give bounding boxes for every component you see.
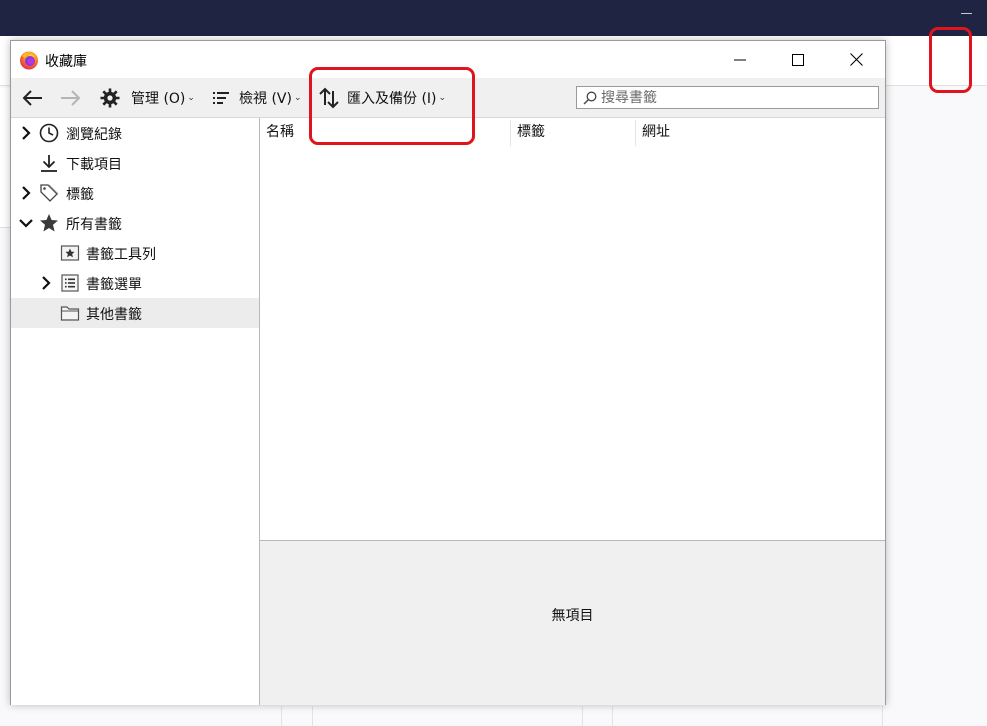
window-title: 收藏庫: [45, 54, 87, 70]
organize-label: 管理 (O): [131, 91, 186, 107]
import-backup-label: 匯入及備份 (I): [347, 91, 437, 107]
search-box[interactable]: [576, 86, 879, 109]
sidebar-item-label: 其他書籤: [86, 307, 142, 323]
firefox-logo: [20, 51, 38, 70]
chevron-down-icon: ⌄: [438, 93, 447, 103]
import-backup-menu-button[interactable]: 匯入及備份 (I) ⌄: [318, 84, 446, 112]
browser-titlebar: [0, 0, 987, 36]
sidebar-item-label: 標籤: [66, 187, 94, 203]
empty-state-text: 無項目: [551, 608, 594, 624]
close-icon: [849, 53, 863, 66]
minimize-icon: [734, 59, 746, 60]
arrow-right-icon: [61, 90, 81, 106]
clock-icon: [39, 123, 59, 143]
chevron-down-icon: ⌄: [187, 93, 195, 103]
back-button[interactable]: [21, 84, 45, 112]
views-menu-button[interactable]: 檢視 (V) ⌄: [211, 84, 302, 112]
download-icon: [39, 153, 59, 173]
search-icon: [583, 91, 597, 104]
views-label: 檢視 (V): [239, 91, 292, 107]
sidebar-item-label: 書籤選單: [86, 277, 142, 293]
chevron-down-icon[interactable]: [19, 216, 33, 230]
column-header-name[interactable]: 名稱: [260, 118, 294, 148]
sidebar-item-label: 下載項目: [66, 157, 122, 173]
maximize-icon: [792, 53, 804, 66]
gear-icon: [100, 88, 120, 108]
sidebar-item-label: 瀏覽紀錄: [66, 127, 122, 143]
tag-icon: [39, 183, 59, 203]
library-window: 收藏庫 管理 (O) ⌄ 檢視 (V) ⌄ 匯入及備份 (I) ⌄ 搜尋書籤 瀏…: [10, 40, 886, 705]
sidebar-item-history[interactable]: 瀏覽紀錄: [11, 118, 259, 148]
bookmarks-content-pane: 名稱 標籤 網址 無項目: [260, 118, 885, 705]
forward-button[interactable]: [58, 84, 82, 112]
window-minimize-button[interactable]: [711, 41, 769, 78]
chevron-right-icon[interactable]: [39, 276, 53, 290]
sidebar-item-bookmarks-menu[interactable]: 書籤選單: [11, 268, 259, 298]
arrow-left-icon: [22, 90, 42, 106]
sidebar-item-other-bookmarks[interactable]: 其他書籤: [11, 298, 259, 328]
search-input[interactable]: [601, 89, 871, 106]
library-sidebar-tree: 瀏覽紀錄 下載項目 標籤 所有書籤 書籤工具列 書籤選單 其他書籤: [11, 118, 260, 705]
folder-icon: [60, 303, 80, 323]
import-export-icon: [319, 87, 339, 109]
bookmark-menu-icon: [60, 273, 80, 293]
details-pane: 無項目: [260, 540, 885, 705]
sidebar-item-bookmarks-toolbar[interactable]: 書籤工具列: [11, 238, 259, 268]
table-header: 名稱 標籤 網址: [260, 118, 885, 148]
sidebar-item-label: 所有書籤: [66, 217, 122, 233]
window-titlebar: 收藏庫: [11, 41, 885, 78]
browser-page-fragment: [0, 88, 10, 228]
column-header-tags[interactable]: 標籤: [511, 118, 545, 148]
column-header-url[interactable]: 網址: [636, 118, 670, 148]
window-close-button[interactable]: [827, 41, 885, 78]
list-icon: [213, 92, 229, 104]
sidebar-item-label: 書籤工具列: [86, 247, 156, 263]
chevron-down-icon: ⌄: [293, 93, 302, 103]
browser-minimize-button[interactable]: [961, 13, 972, 14]
sidebar-item-tags[interactable]: 標籤: [11, 178, 259, 208]
star-icon: [39, 213, 59, 233]
bookmark-toolbar-icon: [60, 243, 80, 263]
sidebar-item-all-bookmarks[interactable]: 所有書籤: [11, 208, 259, 238]
sidebar-item-downloads[interactable]: 下載項目: [11, 148, 259, 178]
window-maximize-button[interactable]: [769, 41, 827, 78]
organize-menu-button[interactable]: 管理 (O) ⌄: [99, 84, 195, 112]
library-toolbar: 管理 (O) ⌄ 檢視 (V) ⌄ 匯入及備份 (I) ⌄: [11, 78, 885, 118]
chevron-right-icon[interactable]: [19, 126, 33, 140]
chevron-right-icon[interactable]: [19, 186, 33, 200]
